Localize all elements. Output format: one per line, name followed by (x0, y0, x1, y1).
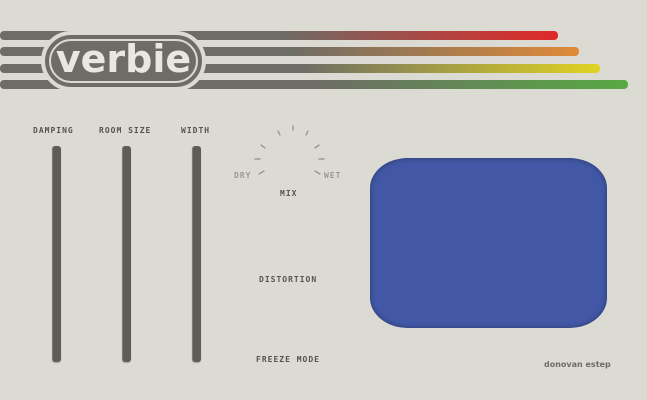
wet-label: WET (324, 171, 342, 180)
knob-tick (258, 170, 265, 175)
app-title: verbie (55, 37, 192, 81)
damping-slider[interactable] (52, 146, 61, 362)
mix-knob[interactable] (231, 118, 351, 198)
knob-tick (314, 144, 320, 149)
display-screen[interactable] (370, 158, 607, 328)
mix-label: MIX (280, 189, 298, 198)
width-slider[interactable] (192, 146, 201, 362)
room-size-slider[interactable] (122, 146, 131, 362)
knob-tick (260, 144, 266, 149)
damping-label: DAMPING (33, 126, 74, 135)
width-label: WIDTH (181, 126, 211, 135)
room-size-label: ROOM SIZE (99, 126, 152, 135)
app-logo: verbie (41, 31, 206, 91)
knob-tick (305, 130, 309, 136)
knob-tick (277, 130, 281, 136)
dry-label: DRY (234, 171, 252, 180)
knob-tick (314, 170, 321, 175)
author-credit: donovan estep (544, 360, 611, 369)
distortion-toggle[interactable]: DISTORTION (259, 275, 317, 284)
freeze-mode-toggle[interactable]: FREEZE MODE (256, 355, 320, 364)
